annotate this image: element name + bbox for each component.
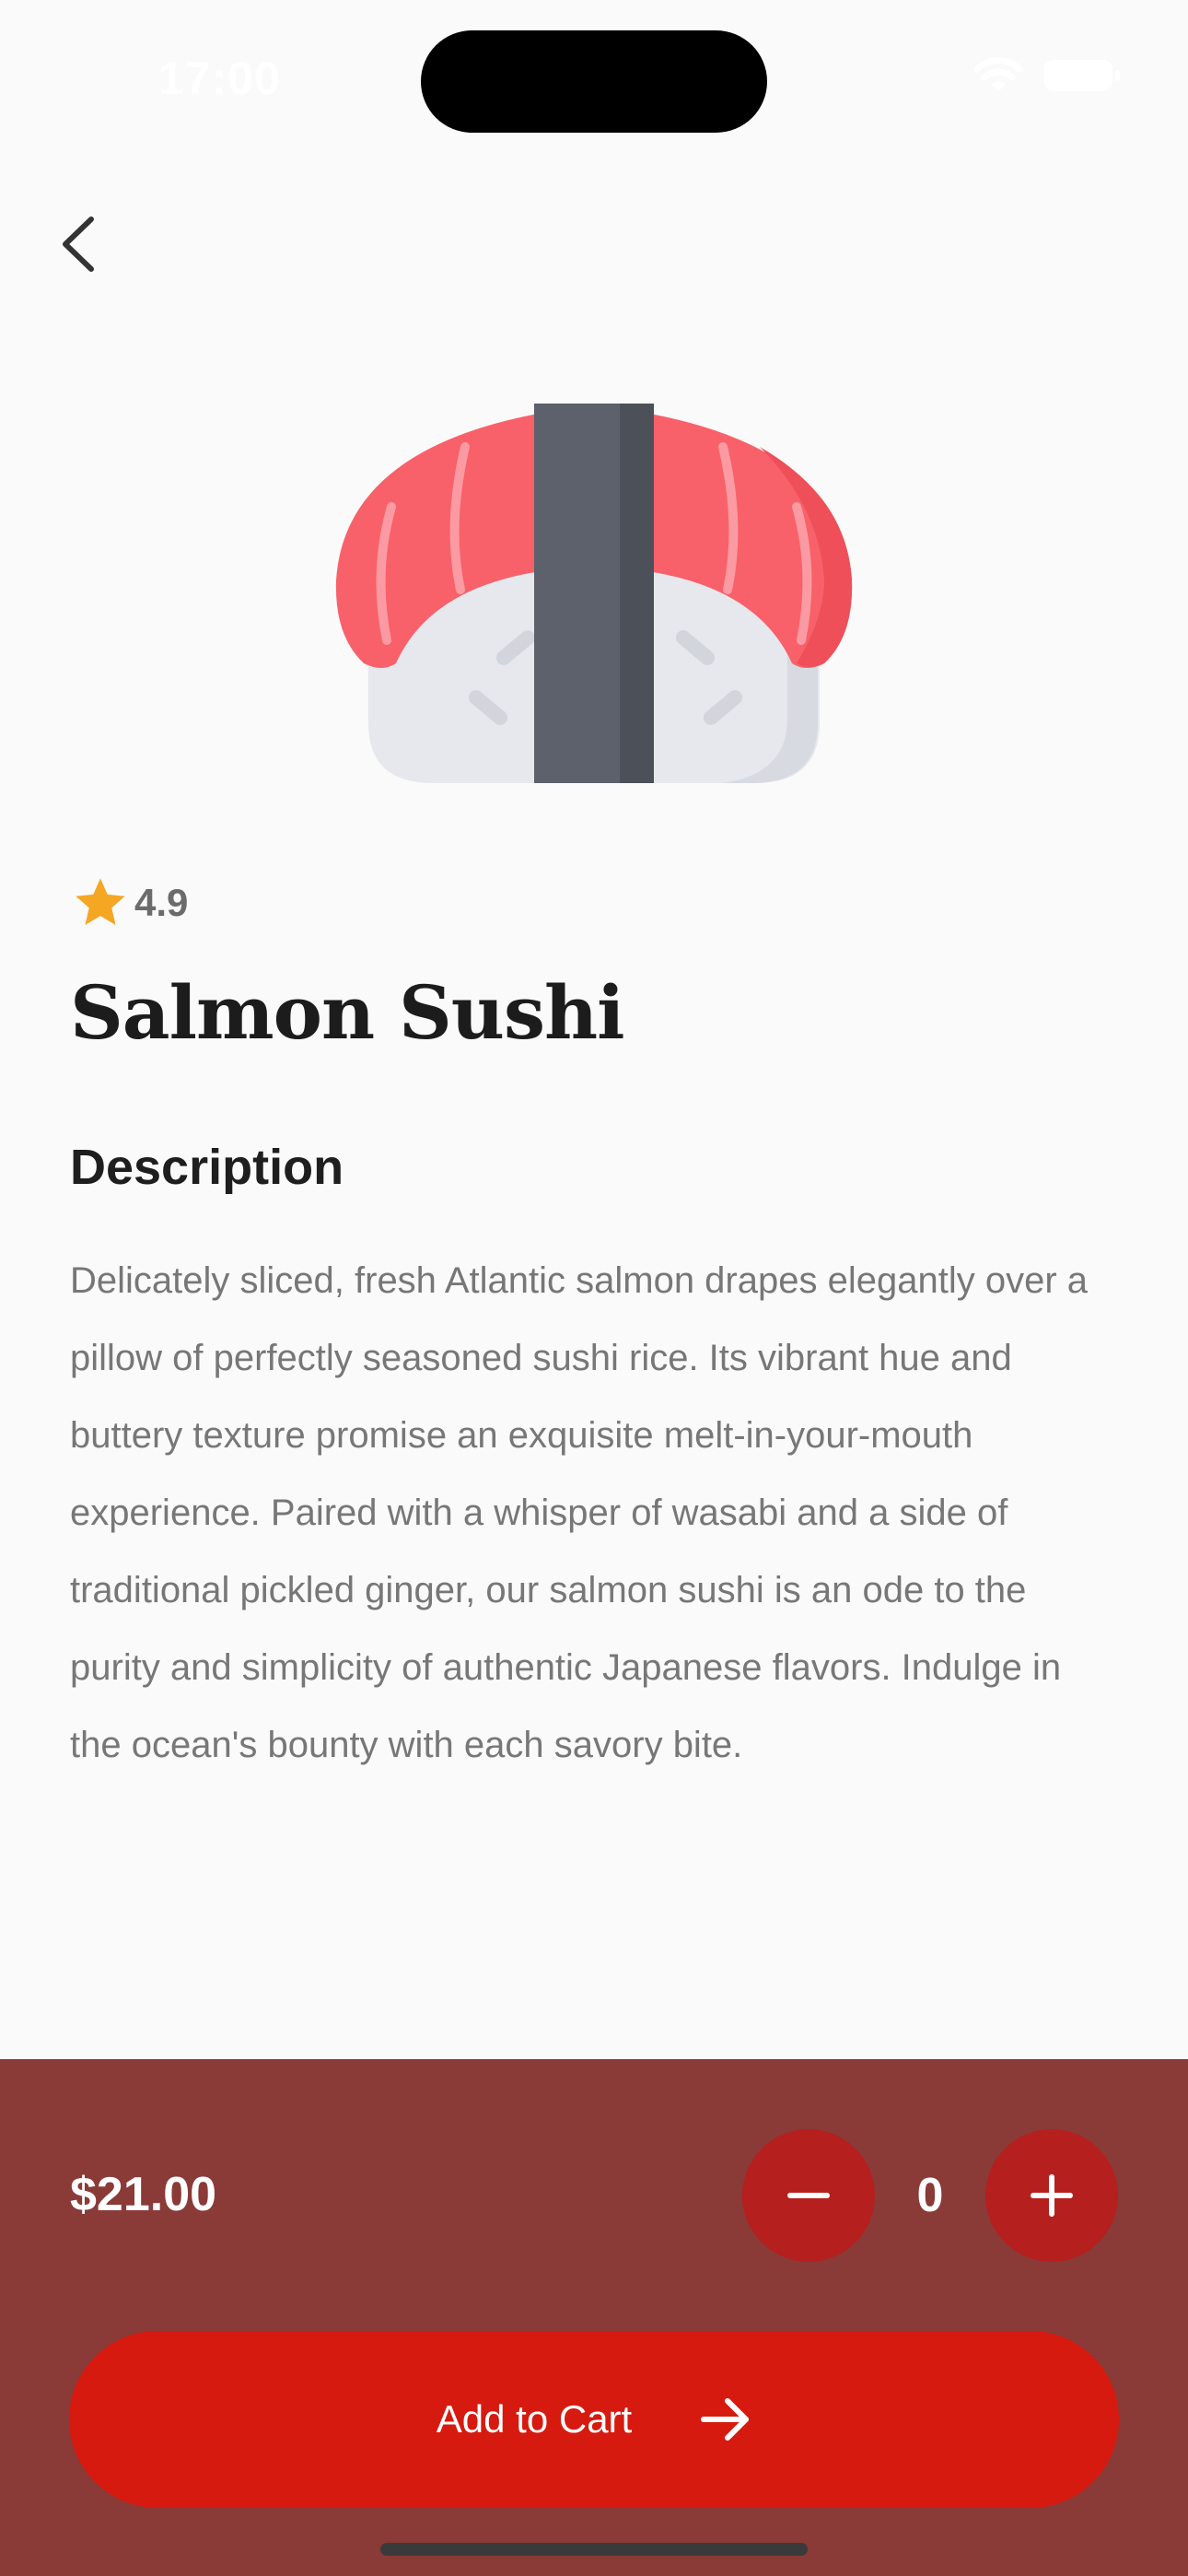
add-to-cart-label: Add to Cart: [436, 2397, 633, 2441]
salmon-sushi-icon: [335, 404, 853, 783]
decrease-quantity-button[interactable]: [742, 2129, 875, 2262]
description-heading: Description: [70, 1140, 344, 1195]
increase-quantity-button[interactable]: [985, 2129, 1118, 2262]
back-button[interactable]: [28, 193, 129, 295]
minus-icon: [787, 2193, 830, 2198]
screen: 17:00 4.9 Salmon Sushi Description Delic…: [0, 0, 1188, 2576]
arrow-right-icon: [701, 2398, 750, 2441]
rating-value: 4.9: [134, 881, 189, 924]
status-time: 17:00: [158, 53, 281, 104]
chevron-left-icon: [63, 217, 94, 272]
star-icon: [76, 878, 125, 925]
product-description: Delicately sliced, fresh Atlantic salmon…: [70, 1260, 1088, 1765]
dynamic-island: [421, 30, 767, 133]
home-indicator[interactable]: [380, 2543, 808, 2556]
plus-icon: [1031, 2174, 1073, 2217]
add-to-cart-button[interactable]: Add to Cart: [69, 2331, 1119, 2508]
price: $21.00: [70, 2168, 217, 2221]
status-icons: [973, 57, 1120, 94]
product-title: Salmon Sushi: [70, 969, 625, 1056]
quantity-value: 0: [916, 2169, 944, 2222]
wifi-icon: [973, 57, 1023, 92]
battery-icon: [1044, 60, 1120, 91]
rating: 4.9: [70, 873, 188, 932]
